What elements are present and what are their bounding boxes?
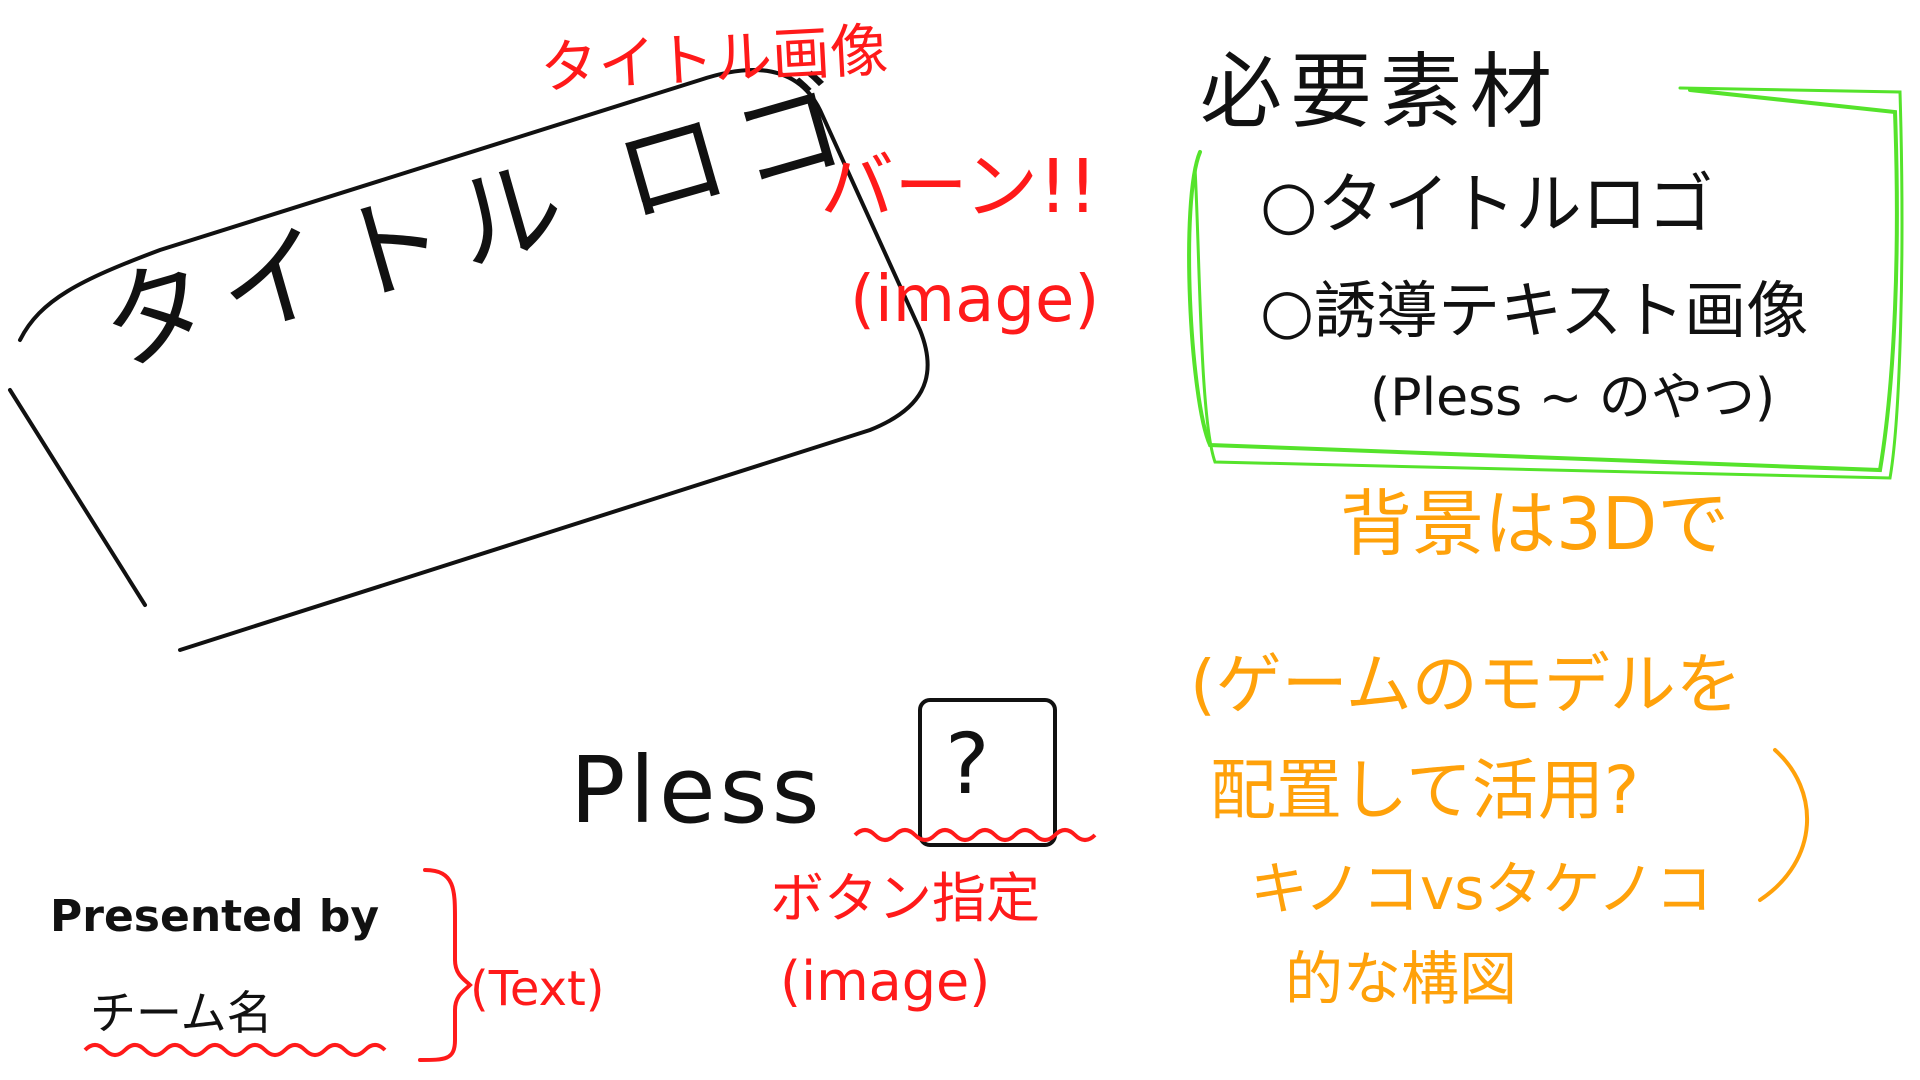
materials-heading: 必要素材 [1200,45,1561,140]
materials-item: ○タイトルロゴ [1260,166,1714,243]
materials-item: ○誘導テキスト画像 [1260,274,1809,347]
background-note-line: (ゲームのモデルを [1190,646,1742,723]
press-underline [853,828,1097,842]
credit-team-name: チーム名 [90,986,273,1040]
background-note-line: キノコvsタケノコ [1250,855,1714,923]
title-note-type: (image) [850,263,1100,337]
press-prompt-text: Pless [570,737,824,844]
credit-note-type: (Text) [470,961,605,1017]
team-underline [83,1043,387,1057]
credit-brace [418,868,473,1062]
button-note-label: ボタン指定 [770,867,1040,930]
materials-item: (Pless ~ のやつ) [1370,368,1776,428]
title-note-label: タイトル画像 [538,15,890,103]
button-note-type: (image) [780,950,991,1013]
background-note-line: 的な構図 [1285,945,1518,1013]
background-note-line: 背景は3Dで [1340,482,1730,566]
background-note-line: 配置して活用? [1210,752,1640,829]
credit-presented-by: Presented by [50,891,380,942]
press-button[interactable]: ? [945,722,990,806]
bg-note-paren [1758,748,1810,902]
title-logo-frame-left [8,388,147,607]
title-note-effect: バーン!! [820,144,1098,230]
